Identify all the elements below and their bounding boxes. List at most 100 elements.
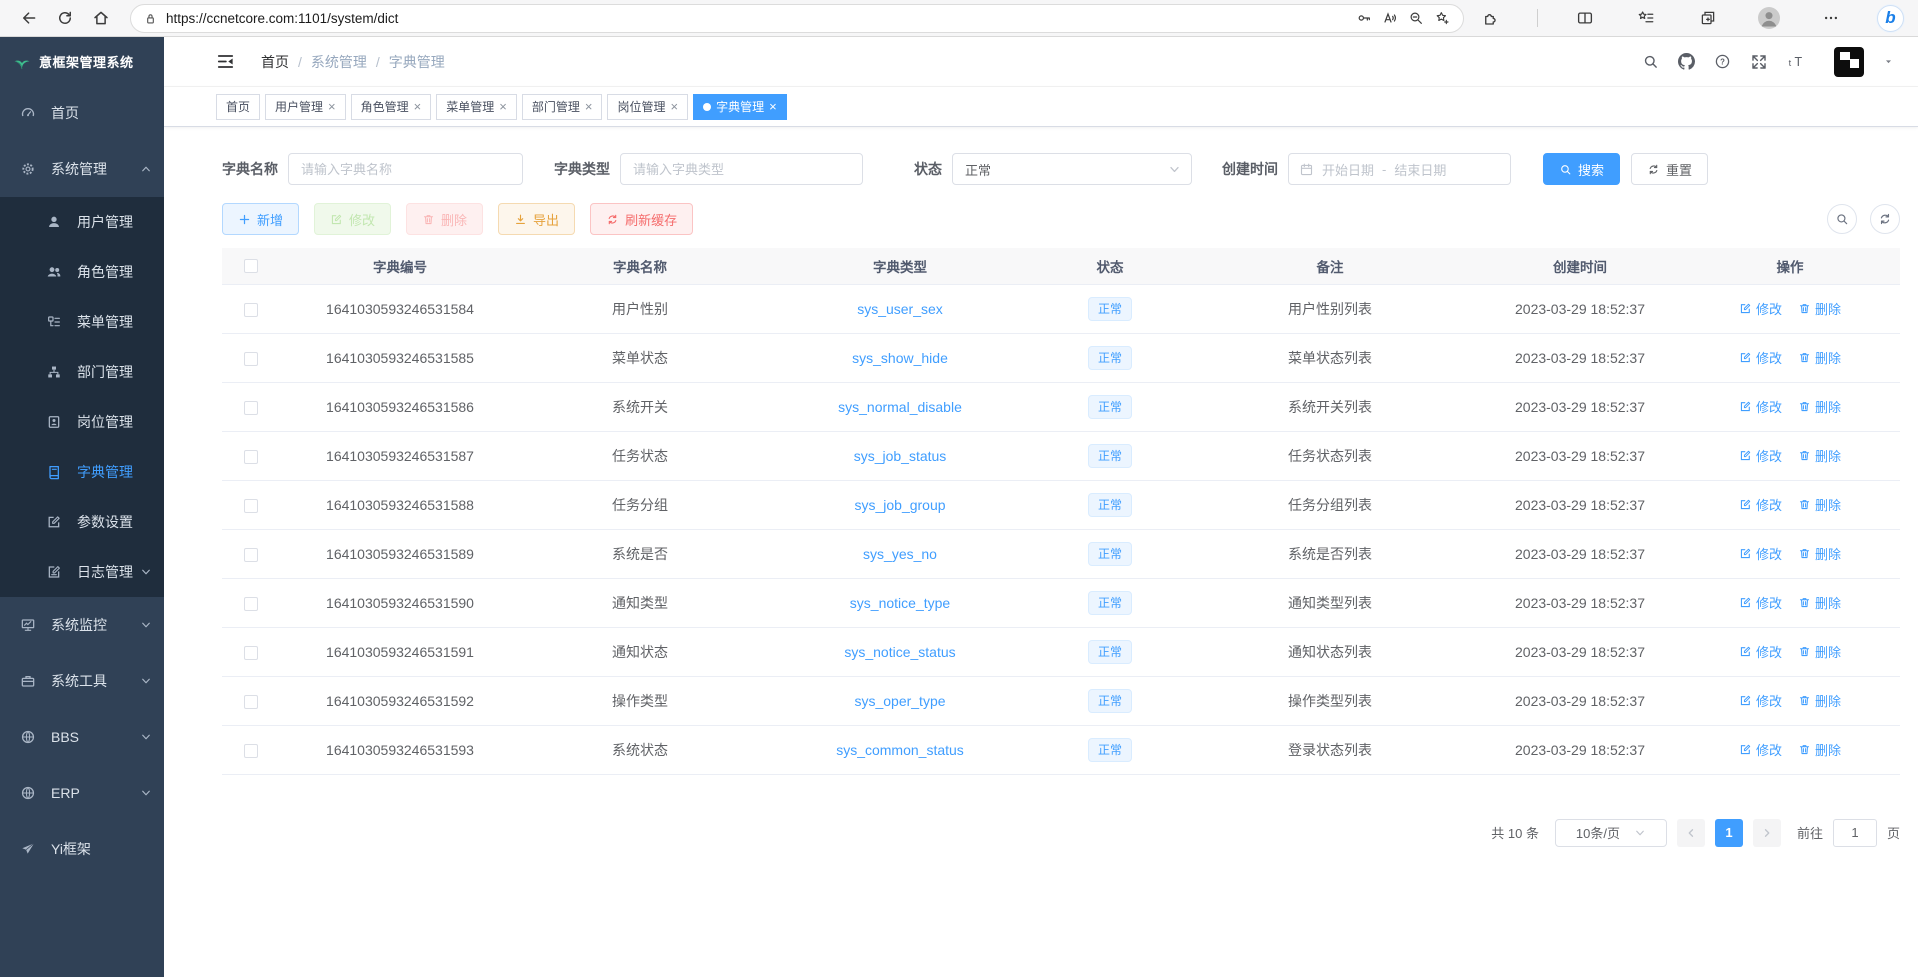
row-delete-link[interactable]: 删除 [1798, 593, 1841, 612]
edit-button[interactable]: 修改 [314, 203, 391, 235]
row-delete-link[interactable]: 删除 [1798, 642, 1841, 661]
page-size-select[interactable]: 10条/页 [1555, 819, 1667, 847]
row-checkbox[interactable] [244, 646, 258, 660]
tab-dept-mgmt[interactable]: 部门管理× [522, 94, 603, 120]
row-delete-link[interactable]: 删除 [1798, 740, 1841, 759]
close-icon[interactable]: × [670, 100, 678, 113]
row-edit-link[interactable]: 修改 [1739, 642, 1782, 661]
row-delete-link[interactable]: 删除 [1798, 446, 1841, 465]
sidebar-item-dept-mgmt[interactable]: 部门管理 [0, 347, 164, 397]
browser-back-icon[interactable] [14, 3, 44, 33]
row-delete-link[interactable]: 删除 [1798, 397, 1841, 416]
browser-menu-icon[interactable] [1816, 3, 1846, 33]
dict-type-link[interactable]: sys_notice_status [844, 644, 955, 660]
tab-dict-mgmt[interactable]: 字典管理× [693, 94, 787, 120]
row-delete-link[interactable]: 删除 [1798, 544, 1841, 563]
sidebar-item-menu-mgmt[interactable]: 菜单管理 [0, 297, 164, 347]
tab-menu-mgmt[interactable]: 菜单管理× [436, 94, 517, 120]
sidebar-item-system-monitor[interactable]: 系统监控 [0, 597, 164, 653]
extensions-icon[interactable] [1476, 3, 1506, 33]
dict-type-link[interactable]: sys_common_status [836, 742, 964, 758]
close-icon[interactable]: × [499, 100, 507, 113]
sidebar-item-log-mgmt[interactable]: 日志管理 [0, 547, 164, 597]
reset-button[interactable]: 重置 [1631, 153, 1708, 185]
row-delete-link[interactable]: 删除 [1798, 495, 1841, 514]
caret-down-icon[interactable] [1883, 56, 1894, 67]
sidebar-item-system-tools[interactable]: 系统工具 [0, 653, 164, 709]
dict-type-input[interactable] [620, 153, 863, 185]
refresh-table-button[interactable] [1870, 204, 1900, 234]
sidebar-item-post-mgmt[interactable]: 岗位管理 [0, 397, 164, 447]
header-search-icon[interactable] [1642, 53, 1659, 70]
sidebar-fold-icon[interactable] [216, 52, 235, 71]
bing-chat-icon[interactable]: b [1877, 5, 1904, 32]
password-key-icon[interactable] [1351, 5, 1377, 31]
row-delete-link[interactable]: 删除 [1798, 299, 1841, 318]
add-favorite-icon[interactable] [1429, 5, 1455, 31]
row-checkbox[interactable] [244, 548, 258, 562]
tab-role-mgmt[interactable]: 角色管理× [351, 94, 432, 120]
dict-type-link[interactable]: sys_job_status [854, 448, 947, 464]
url-text[interactable]: https://ccnetcore.com:1101/system/dict [166, 11, 1351, 26]
font-size-icon[interactable] [1787, 52, 1807, 72]
read-aloud-icon[interactable] [1377, 5, 1403, 31]
profile-avatar[interactable] [1754, 3, 1784, 33]
close-icon[interactable]: × [585, 100, 593, 113]
tab-user-mgmt[interactable]: 用户管理× [265, 94, 346, 120]
row-edit-link[interactable]: 修改 [1739, 299, 1782, 318]
row-checkbox[interactable] [244, 744, 258, 758]
close-icon[interactable]: × [769, 100, 777, 113]
row-checkbox[interactable] [244, 450, 258, 464]
browser-reload-icon[interactable] [50, 3, 80, 33]
sidebar-item-bbs[interactable]: BBS [0, 709, 164, 765]
sidebar-item-system-mgmt[interactable]: 系统管理 [0, 141, 164, 197]
fullscreen-icon[interactable] [1750, 53, 1768, 71]
collections-icon[interactable] [1693, 3, 1723, 33]
sidebar-item-yi-framework[interactable]: Yi框架 [0, 821, 164, 877]
row-checkbox[interactable] [244, 499, 258, 513]
page-number-1[interactable]: 1 [1715, 819, 1743, 847]
dict-type-link[interactable]: sys_yes_no [863, 546, 937, 562]
sidebar-item-role-mgmt[interactable]: 角色管理 [0, 247, 164, 297]
row-edit-link[interactable]: 修改 [1739, 544, 1782, 563]
delete-button[interactable]: 删除 [406, 203, 483, 235]
split-screen-icon[interactable] [1570, 3, 1600, 33]
dict-name-input[interactable] [288, 153, 523, 185]
tab-home[interactable]: 首页 [216, 94, 260, 120]
sidebar-item-dict-mgmt[interactable]: 字典管理 [0, 447, 164, 497]
zoom-out-icon[interactable] [1403, 5, 1429, 31]
row-edit-link[interactable]: 修改 [1739, 446, 1782, 465]
row-edit-link[interactable]: 修改 [1739, 397, 1782, 416]
status-select[interactable]: 正常 [952, 153, 1192, 185]
user-logo-avatar[interactable] [1834, 47, 1864, 77]
help-icon[interactable] [1714, 53, 1731, 70]
dict-type-link[interactable]: sys_oper_type [854, 693, 945, 709]
tab-post-mgmt[interactable]: 岗位管理× [607, 94, 688, 120]
refresh-cache-button[interactable]: 刷新缓存 [590, 203, 693, 235]
row-edit-link[interactable]: 修改 [1739, 593, 1782, 612]
date-range-picker[interactable]: 开始日期 - 结束日期 [1288, 153, 1511, 185]
select-all-checkbox[interactable] [244, 259, 258, 273]
goto-page-input[interactable] [1833, 819, 1877, 847]
toggle-search-button[interactable] [1827, 204, 1857, 234]
add-button[interactable]: 新增 [222, 203, 299, 235]
dict-type-link[interactable]: sys_notice_type [850, 595, 950, 611]
row-checkbox[interactable] [244, 597, 258, 611]
dict-type-link[interactable]: sys_job_group [854, 497, 945, 513]
close-icon[interactable]: × [328, 100, 336, 113]
browser-home-icon[interactable] [86, 3, 116, 33]
row-checkbox[interactable] [244, 401, 258, 415]
prev-page-button[interactable] [1677, 819, 1705, 847]
dict-type-link[interactable]: sys_show_hide [852, 350, 948, 366]
favorites-icon[interactable] [1631, 3, 1661, 33]
sidebar-item-erp[interactable]: ERP [0, 765, 164, 821]
row-edit-link[interactable]: 修改 [1739, 691, 1782, 710]
address-bar[interactable]: https://ccnetcore.com:1101/system/dict [130, 4, 1464, 33]
next-page-button[interactable] [1753, 819, 1781, 847]
sidebar-item-home[interactable]: 首页 [0, 85, 164, 141]
row-edit-link[interactable]: 修改 [1739, 348, 1782, 367]
row-edit-link[interactable]: 修改 [1739, 740, 1782, 759]
dict-type-link[interactable]: sys_normal_disable [838, 399, 962, 415]
row-checkbox[interactable] [244, 352, 258, 366]
row-delete-link[interactable]: 删除 [1798, 348, 1841, 367]
